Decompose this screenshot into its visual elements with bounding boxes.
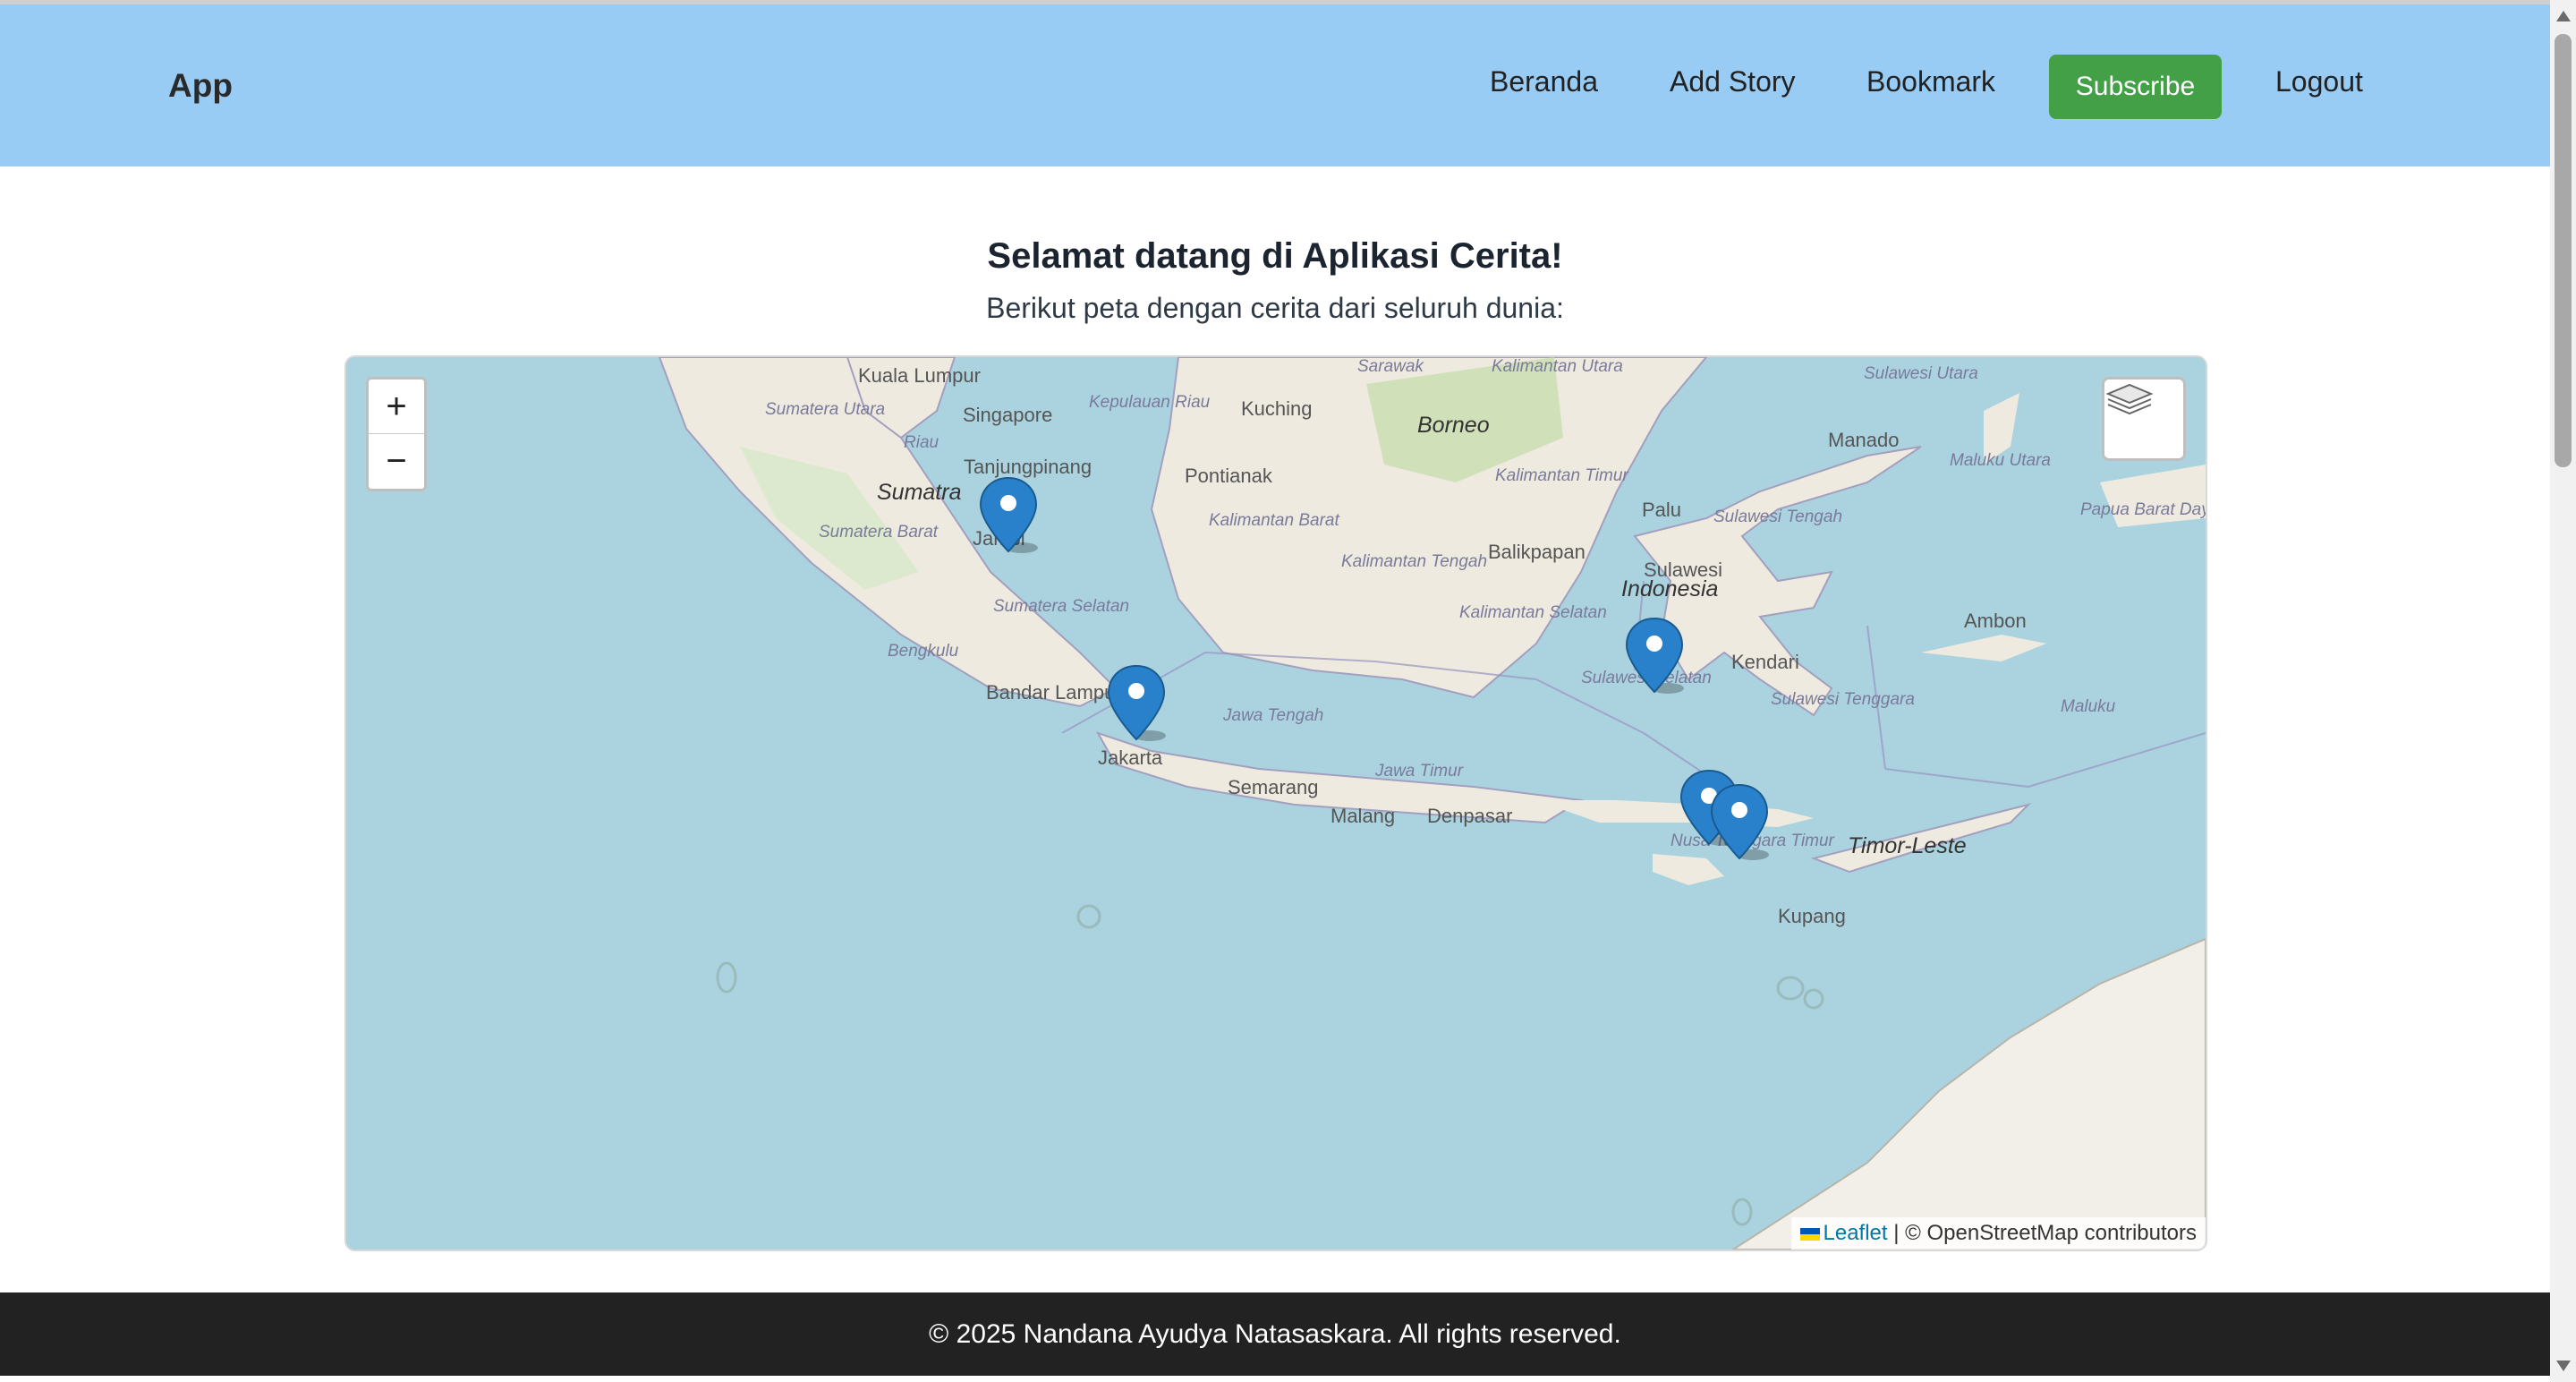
map-label: Borneo (1417, 413, 1490, 438)
layers-control[interactable] (2102, 377, 2186, 461)
attribution-text: | © OpenStreetMap contributors (1887, 1221, 2197, 1245)
map-marker-pin[interactable] (977, 476, 1040, 555)
map-label: Kalimantan Timur (1495, 466, 1628, 485)
map-label: Singapore (963, 404, 1053, 426)
story-map[interactable]: Kuala Lumpur Singapore Sumatera Utara Ri… (344, 355, 2207, 1251)
brand-logo[interactable]: App (168, 67, 233, 105)
map-label: Balikpapan (1488, 541, 1586, 563)
scroll-up-arrow-icon[interactable] (2556, 11, 2571, 21)
nav-link-add-story[interactable]: Add Story (1670, 65, 1796, 98)
scroll-down-arrow-icon[interactable] (2556, 1361, 2571, 1371)
map-label: Kalimantan Utara (1492, 357, 1623, 376)
map-label: Kuching (1241, 397, 1313, 420)
map-marker-pin[interactable] (1708, 783, 1771, 862)
map-tiles (346, 357, 2206, 1250)
map-label: Indonesia (1621, 576, 1719, 601)
map-label: Sulawesi Tengah (1713, 508, 1843, 526)
map-label: Maluku Utara (1950, 451, 2051, 470)
page-scrollbar[interactable] (2550, 0, 2576, 1382)
nav-link-bookmark[interactable]: Bookmark (1866, 65, 1995, 98)
map-label: Sumatra (877, 480, 962, 505)
map-label: Sarawak (1357, 357, 1424, 376)
layers-icon (2105, 383, 2154, 415)
map-label: Ambon (1964, 610, 2027, 632)
map-label: Sumatera Selatan (993, 597, 1130, 616)
footer-text: © 2025 Nandana Ayudya Natasaskara. All r… (929, 1318, 1621, 1349)
map-label: Malang (1331, 805, 1396, 827)
map-label: Jawa Timur (1375, 762, 1464, 781)
zoom-control: + − (366, 377, 427, 491)
map-label: Sulawesi Tenggara (1771, 690, 1915, 709)
map-marker-pin[interactable] (1105, 664, 1168, 743)
map-label: Manado (1828, 429, 1900, 451)
map-label: Bengkulu (888, 642, 959, 661)
map-label: Jawa Tengah (1223, 706, 1324, 725)
map-label: Sumatera Barat (819, 523, 939, 542)
map-label: Papua Barat Daya (2080, 500, 2207, 519)
map-label: Semarang (1228, 776, 1319, 798)
map-label: Palu (1642, 499, 1682, 521)
map-label: Kupang (1778, 905, 1846, 927)
nav-link-logout[interactable]: Logout (2275, 65, 2363, 98)
map-label: Kalimantan Barat (1209, 511, 1339, 530)
map-label: Maluku (2061, 697, 2116, 716)
zoom-in-button[interactable]: + (369, 380, 424, 434)
map-label: Kalimantan Selatan (1459, 603, 1607, 622)
scrollbar-thumb[interactable] (2555, 34, 2572, 467)
zoom-out-button[interactable]: − (369, 434, 424, 488)
map-label: Denpasar (1427, 805, 1513, 827)
map-attribution: Leaflet | © OpenStreetMap contributors (1790, 1217, 2206, 1250)
map-label: Kepulauan Riau (1089, 393, 1211, 412)
map-marker-pin[interactable] (1623, 617, 1686, 695)
nav-link-beranda[interactable]: Beranda (1490, 65, 1598, 98)
map-label: Riau (904, 433, 939, 452)
map-label: Timor-Leste (1848, 833, 1967, 858)
map-label: Kendari (1731, 651, 1799, 673)
map-label: Pontianak (1185, 465, 1272, 487)
ukraine-flag-icon (1799, 1227, 1820, 1241)
leaflet-link[interactable]: Leaflet (1824, 1221, 1888, 1245)
map-label: Kuala Lumpur (858, 364, 981, 387)
page-title: Selamat datang di Aplikasi Cerita! (987, 236, 1563, 276)
subscribe-button[interactable]: Subscribe (2049, 55, 2222, 119)
map-label: Jakarta (1098, 746, 1163, 769)
footer: © 2025 Nandana Ayudya Natasaskara. All r… (0, 1292, 2550, 1376)
map-label: Sumatera Utara (765, 400, 886, 419)
map-label: Kalimantan Tengah (1341, 552, 1488, 571)
navbar: App Beranda Add Story Bookmark Subscribe… (0, 4, 2550, 166)
page-subtitle: Berikut peta dengan cerita dari seluruh … (986, 292, 1564, 324)
map-label: Sulawesi Utara (1864, 364, 1978, 383)
